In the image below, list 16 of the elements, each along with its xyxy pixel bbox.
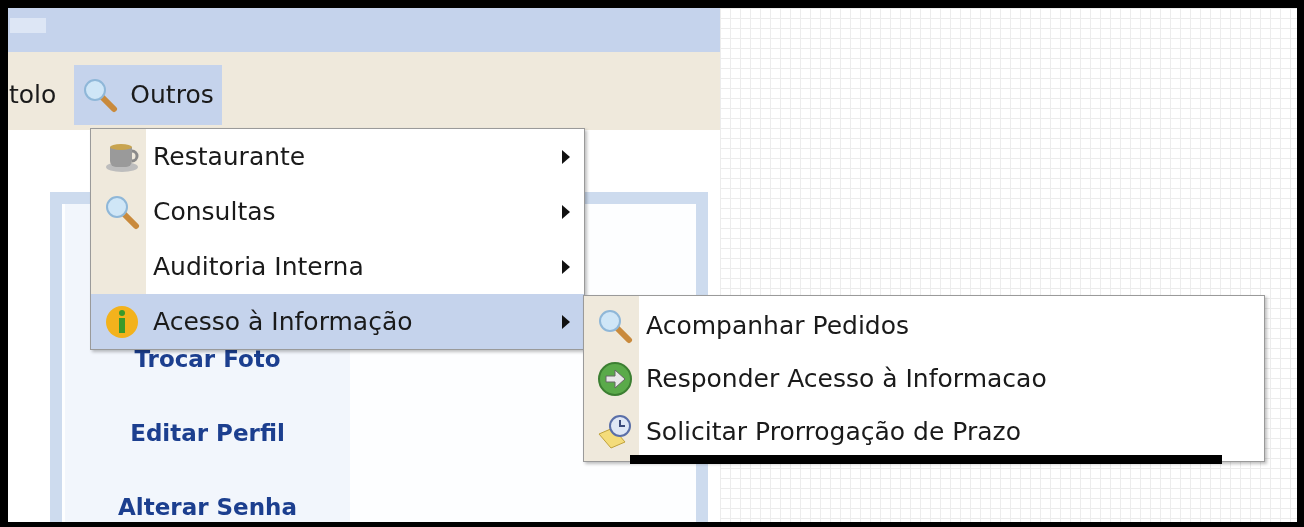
dropdown-item[interactable]: Consultas <box>91 184 584 239</box>
dropdown-item[interactable]: Restaurante <box>91 129 584 184</box>
menu-item[interactable]: Outros <box>74 65 222 126</box>
info-icon <box>104 303 140 340</box>
menu-item[interactable]: tolo <box>9 65 75 126</box>
search-icon <box>597 307 633 344</box>
submenu-item[interactable]: Acompanhar Pedidos <box>584 299 1264 352</box>
submenu-item[interactable]: Responder Acesso à Informacao <box>584 352 1264 405</box>
clock-note-icon <box>597 413 633 450</box>
profile-link[interactable]: Editar Perfil <box>130 418 285 448</box>
profile-link[interactable]: Alterar Senha <box>118 492 297 522</box>
dropdown-item[interactable]: Auditoria Interna <box>91 239 584 294</box>
search-icon <box>82 77 119 114</box>
dropdown-item[interactable]: Acesso à Informação <box>91 294 584 349</box>
search-icon <box>104 193 140 230</box>
submenu-item[interactable]: Solicitar Prorrogação de Prazo <box>584 405 1264 458</box>
